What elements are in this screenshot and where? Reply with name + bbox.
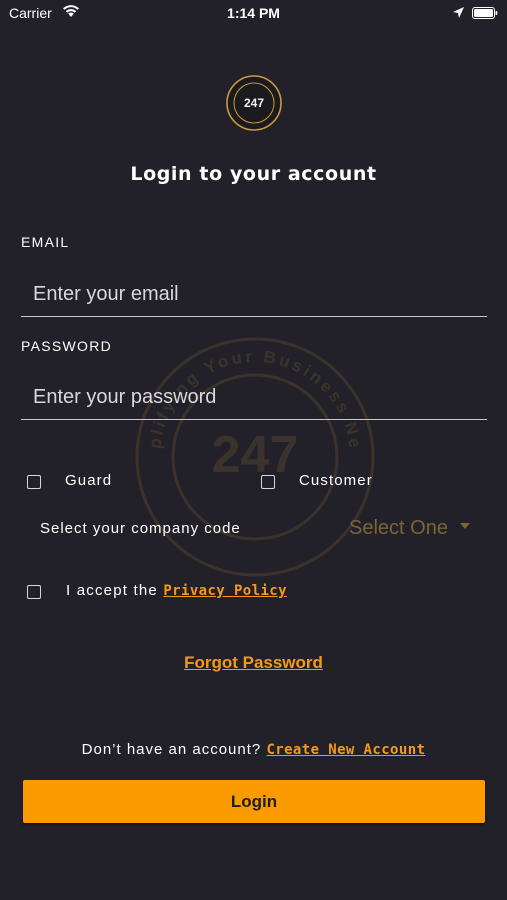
guard-checkbox[interactable] (27, 475, 41, 489)
privacy-checkbox[interactable] (27, 585, 41, 599)
app-logo: 247 (226, 75, 282, 131)
guard-label: Guard (65, 472, 113, 489)
signup-text: Don’t have an account? (81, 741, 262, 758)
privacy-text: I accept the (66, 582, 158, 599)
svg-text:247: 247 (244, 96, 264, 110)
create-account-link[interactable]: Create New Account (266, 742, 425, 758)
privacy-policy-link[interactable]: Privacy Policy (163, 583, 287, 599)
forgot-password-link[interactable]: Forgot Password (184, 653, 323, 672)
company-code-select[interactable]: Select One (349, 517, 448, 540)
watermark-logo: Simplifying Your Business Needs 247 (130, 332, 375, 577)
password-label: PASSWORD (21, 338, 113, 354)
customer-checkbox[interactable] (261, 475, 275, 489)
forgot-password-wrap: Forgot Password (0, 653, 507, 673)
privacy-statement: I accept the Privacy Policy (66, 582, 287, 599)
location-arrow-icon (453, 7, 464, 18)
battery-icon (472, 7, 498, 19)
password-field[interactable] (21, 376, 487, 420)
customer-label: Customer (299, 472, 373, 489)
login-button[interactable]: Login (23, 780, 485, 823)
company-code-label: Select your company code (40, 520, 241, 537)
status-time: 1:14 PM (227, 5, 280, 21)
email-label: EMAIL (21, 234, 70, 250)
email-field[interactable] (21, 273, 487, 317)
svg-text:247: 247 (212, 426, 299, 484)
caret-down-icon[interactable] (460, 523, 470, 529)
page-title: Login to your account (130, 163, 377, 185)
signup-prompt: Don’t have an account? Create New Accoun… (0, 741, 507, 758)
